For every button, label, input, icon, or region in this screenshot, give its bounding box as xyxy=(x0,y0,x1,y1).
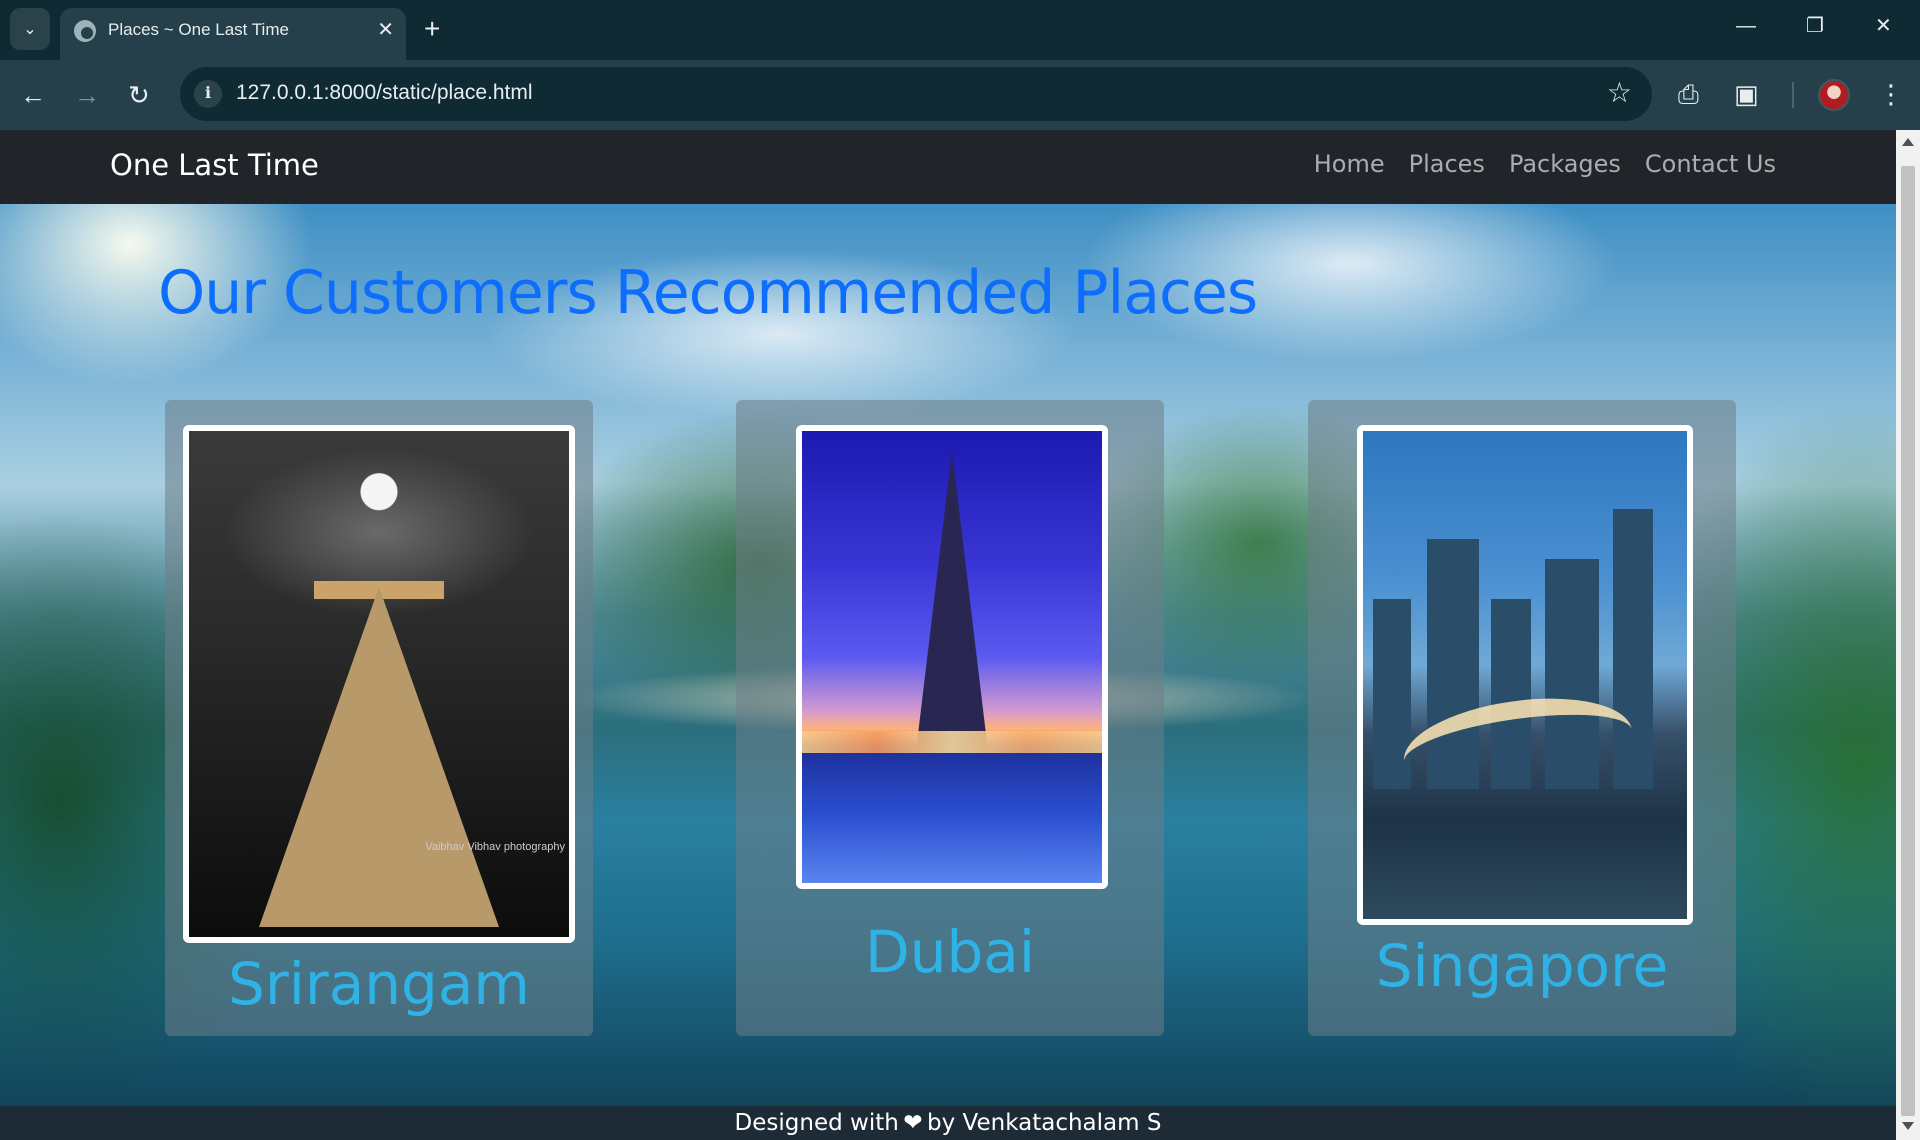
site-brand[interactable]: One Last Time xyxy=(110,148,319,182)
hero-background: Our Customers Recommended Places Vaibhav… xyxy=(0,204,1896,1140)
globe-icon xyxy=(74,20,96,42)
footer-prefix: Designed with xyxy=(734,1110,899,1136)
page-heading: Our Customers Recommended Places xyxy=(158,258,1258,328)
place-card-singapore[interactable]: Singapore xyxy=(1308,400,1736,1036)
close-tab-icon[interactable]: ✕ xyxy=(377,19,394,41)
print-icon[interactable]: ⎙ xyxy=(1678,78,1699,110)
minimize-icon[interactable]: — xyxy=(1736,14,1756,38)
tab-search-button[interactable]: ⌄ xyxy=(10,8,50,50)
browser-tab-strip: ⌄ Places ~ One Last Time ✕ + — ❐ ✕ xyxy=(0,0,1920,60)
address-bar[interactable]: 127.0.0.1:8000/static/place.html ☆ xyxy=(180,67,1652,121)
new-tab-icon[interactable]: + xyxy=(424,14,440,44)
chevron-down-icon: ⌄ xyxy=(23,21,37,38)
heart-icon: ❤ xyxy=(903,1110,923,1136)
nav-link-packages[interactable]: Packages xyxy=(1509,150,1621,178)
page-footer: Designed with ❤ by Venkatachalam S xyxy=(0,1106,1896,1140)
nav-link-home[interactable]: Home xyxy=(1314,150,1385,178)
burj-tower xyxy=(916,451,988,751)
screenshot-icon[interactable]: ▣ xyxy=(1734,78,1759,110)
place-card-dubai[interactable]: Dubai xyxy=(736,400,1164,1036)
browser-toolbar: ← → ↻ 127.0.0.1:8000/static/place.html ☆… xyxy=(0,60,1920,130)
city-lights xyxy=(802,731,1102,753)
site-info-icon[interactable] xyxy=(194,80,222,108)
nav-link-contact-us[interactable]: Contact Us xyxy=(1645,150,1776,178)
place-photo-dubai xyxy=(796,425,1108,889)
site-navbar: One Last Time Home Places Packages Conta… xyxy=(0,130,1896,204)
back-icon[interactable]: ← xyxy=(20,80,46,110)
place-name: Srirangam xyxy=(228,950,530,1018)
browser-tab[interactable]: Places ~ One Last Time ✕ xyxy=(60,8,406,60)
toolbar-divider xyxy=(1792,82,1794,108)
menu-kebab-icon[interactable]: ⋮ xyxy=(1878,78,1904,110)
restore-icon[interactable]: ❐ xyxy=(1806,14,1824,38)
profile-avatar[interactable] xyxy=(1818,79,1850,111)
url-text[interactable]: 127.0.0.1:8000/static/place.html xyxy=(236,81,533,105)
tab-title: Places ~ One Last Time xyxy=(108,20,289,39)
nav-links: Home Places Packages Contact Us xyxy=(1314,150,1776,178)
scroll-up-icon[interactable] xyxy=(1902,138,1914,146)
footer-credit: by Venkatachalam S xyxy=(927,1110,1162,1136)
scrollbar-thumb[interactable] xyxy=(1901,166,1915,1116)
scroll-down-icon[interactable] xyxy=(1902,1122,1914,1130)
place-name: Singapore xyxy=(1375,932,1669,1000)
page-scrollbar[interactable] xyxy=(1896,130,1920,1140)
temple-tower xyxy=(259,587,499,927)
bookmark-star-icon[interactable]: ☆ xyxy=(1607,77,1632,109)
forward-icon[interactable]: → xyxy=(74,80,100,110)
place-photo-srirangam: Vaibhav Vibhav photography xyxy=(183,425,575,943)
photo-credit: Vaibhav Vibhav photography xyxy=(425,841,565,853)
reload-icon[interactable]: ↻ xyxy=(128,80,150,110)
nav-link-places[interactable]: Places xyxy=(1409,150,1485,178)
place-name: Dubai xyxy=(865,918,1035,986)
place-photo-singapore xyxy=(1357,425,1693,925)
page-viewport: One Last Time Home Places Packages Conta… xyxy=(0,130,1896,1140)
close-window-icon[interactable]: ✕ xyxy=(1875,14,1892,38)
place-card-srirangam[interactable]: Vaibhav Vibhav photography Srirangam xyxy=(165,400,593,1036)
